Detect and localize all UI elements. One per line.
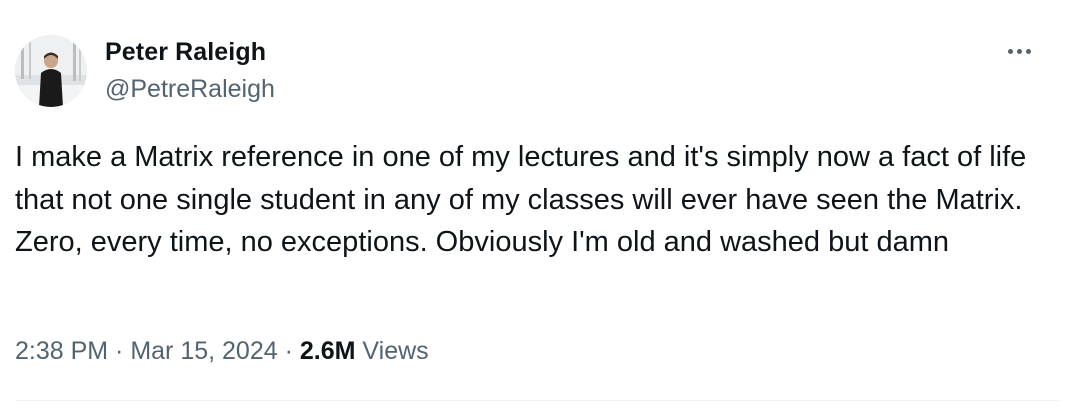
tweet-card: Peter Raleigh @PetreRaleigh I make a Mat… [0,0,1074,408]
ellipsis-icon [1025,48,1031,54]
tweet-meta: 2:38 PM · Mar 15, 2024 · 2.6M Views [15,335,429,367]
ellipsis-icon [1016,48,1022,54]
tweet-time[interactable]: 2:38 PM [15,337,108,365]
divider [15,400,1059,401]
ellipsis-icon [1007,48,1013,54]
more-options-button[interactable] [1000,36,1038,66]
meta-separator: · [277,337,300,365]
meta-separator: · [108,337,131,365]
views-count: 2.6M [299,337,356,365]
author-handle[interactable]: @PetreRaleigh [105,74,275,104]
views-label: Views [362,337,429,365]
tweet-text: I make a Matrix reference in one of my l… [15,141,1035,258]
avatar-image [15,35,87,107]
tweet-date[interactable]: Mar 15, 2024 [130,337,277,365]
avatar[interactable] [15,35,87,107]
author-display-name[interactable]: Peter Raleigh [105,37,266,67]
